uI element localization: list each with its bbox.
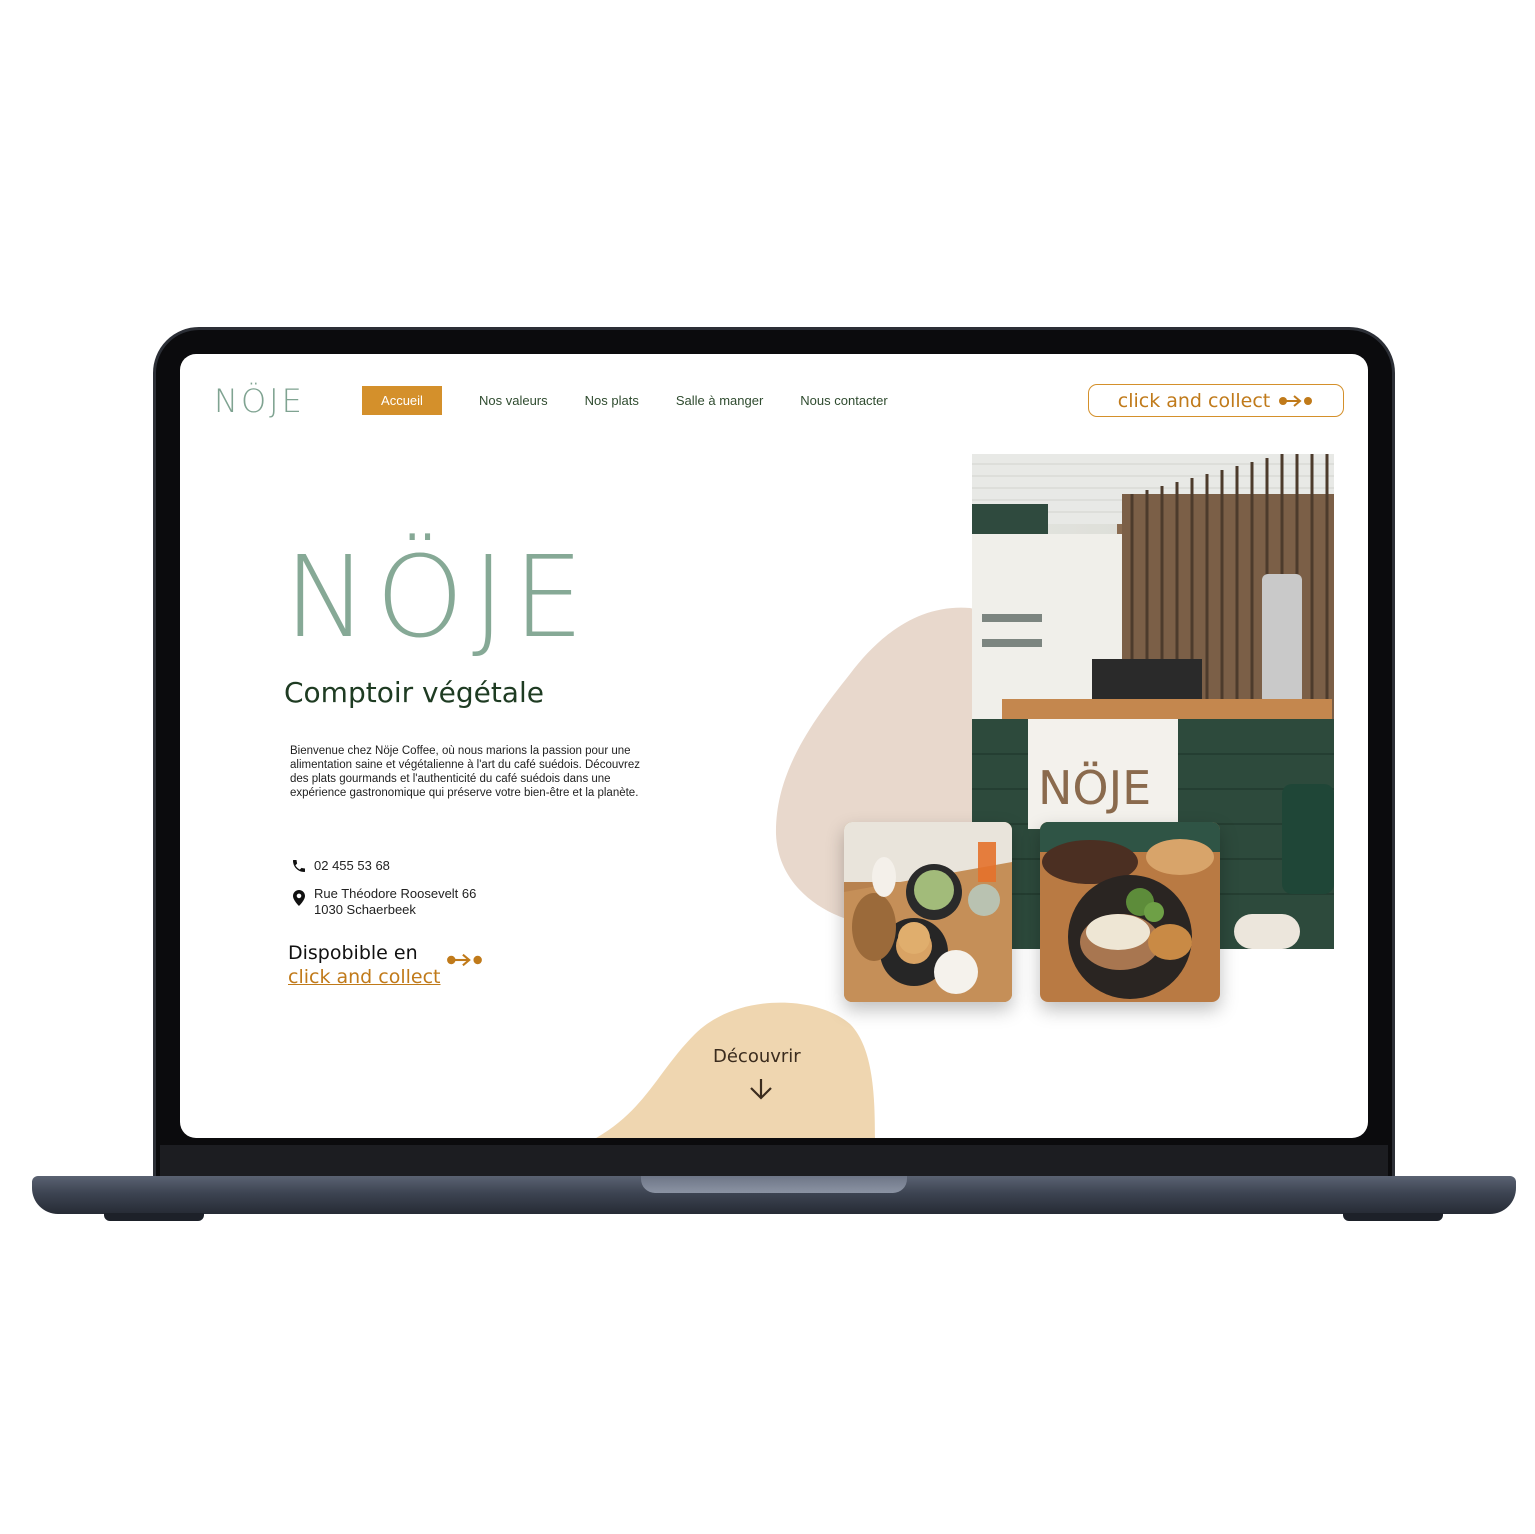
laptop-notch [641,1176,907,1193]
laptop-bezel [160,1145,1388,1177]
click-and-collect-button[interactable]: click and collect [1088,384,1344,417]
phone-icon [290,858,308,874]
hero-tagline: Comptoir végétale [284,676,544,709]
laptop-foot-right [1343,1213,1443,1221]
availability-label: Dispobible en [288,942,418,964]
discover-label[interactable]: Découvrir [713,1046,801,1067]
food-photo-2 [1040,822,1220,1002]
svg-text:NÖJE: NÖJE [1038,761,1151,815]
address-line-1: Rue Théodore Roosevelt 66 [314,886,477,901]
laptop-mockup: NÖJE Accueil Nos valeurs Nos plats Salle… [0,0,1535,1534]
nav-item-nous-contacter[interactable]: Nous contacter [800,387,887,414]
nav-item-nos-plats[interactable]: Nos plats [585,387,639,414]
food-photo-1 [844,822,1012,1002]
intro-paragraph: Bienvenue chez Nöje Coffee, où nous mari… [290,745,640,799]
arrow-down-icon[interactable] [748,1078,774,1100]
hero-logo: NÖJE [284,533,592,663]
main-nav: Accueil Nos valeurs Nos plats Salle à ma… [362,386,925,415]
arrow-dot-icon[interactable] [446,952,484,968]
nav-item-salle-a-manger[interactable]: Salle à manger [676,387,763,414]
nav-item-nos-valeurs[interactable]: Nos valeurs [479,387,548,414]
phone-row: 02 455 53 68 [290,858,390,874]
website-screen: NÖJE Accueil Nos valeurs Nos plats Salle… [180,354,1368,1138]
nav-item-accueil[interactable]: Accueil [362,386,442,415]
address-line-2: 1030 Schaerbeek [314,902,416,917]
arrow-dot-icon [1279,394,1313,407]
availability-link[interactable]: click and collect [288,966,441,988]
laptop-foot-left [104,1213,204,1221]
address-text: Rue Théodore Roosevelt 66 1030 Schaerbee… [314,886,476,918]
phone-number[interactable]: 02 455 53 68 [314,858,390,873]
address-row: Rue Théodore Roosevelt 66 1030 Schaerbee… [290,886,476,918]
click-and-collect-label: click and collect [1117,389,1271,412]
location-pin-icon [290,890,308,906]
site-logo[interactable]: NÖJE [214,382,305,420]
